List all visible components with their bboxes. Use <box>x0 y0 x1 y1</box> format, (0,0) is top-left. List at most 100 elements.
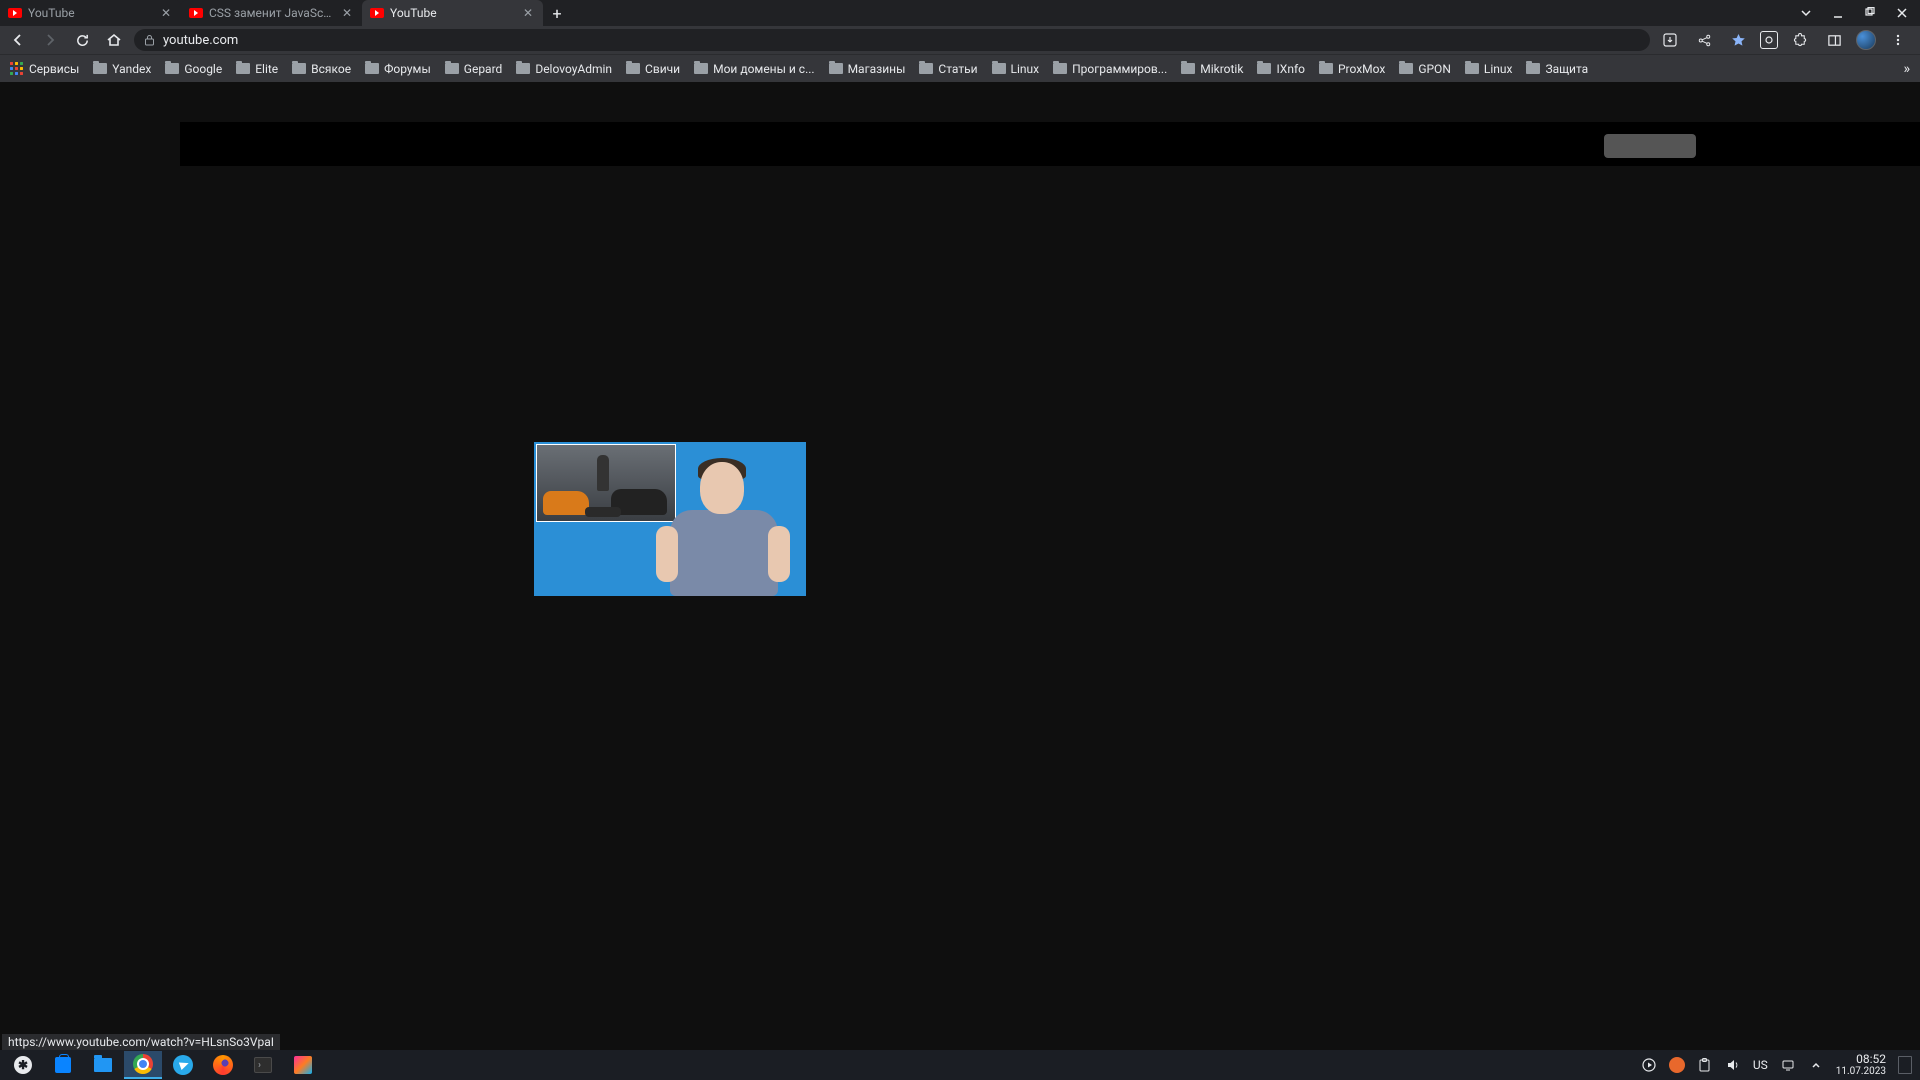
tab-close-icon[interactable]: ✕ <box>159 6 173 20</box>
bookmark-folder[interactable]: Linux <box>992 62 1040 76</box>
kebab-menu-icon[interactable] <box>1886 28 1910 52</box>
bookmark-folder[interactable]: Свичи <box>626 62 680 76</box>
taskbar-app-telegram[interactable] <box>164 1051 202 1079</box>
bookmarks-overflow-icon[interactable]: » <box>1903 61 1910 77</box>
minimize-icon[interactable] <box>1830 5 1846 21</box>
reload-icon[interactable] <box>70 28 94 52</box>
taskbar-apps: ✱ › <box>0 1051 322 1079</box>
bookmark-label: Форумы <box>384 62 431 76</box>
bookmarks-bar: Сервисы Yandex Google Elite Всякое Форум… <box>0 54 1920 82</box>
tab-close-icon[interactable]: ✕ <box>521 6 535 20</box>
apps-grid-icon <box>10 62 24 76</box>
side-panel-icon[interactable] <box>1822 28 1846 52</box>
close-icon[interactable] <box>1894 5 1910 21</box>
bookmark-folder[interactable]: Linux <box>1465 62 1513 76</box>
clipboard-icon[interactable] <box>1697 1057 1713 1073</box>
app-launcher-button[interactable]: ✱ <box>4 1051 42 1079</box>
keyboard-layout[interactable]: US <box>1753 1058 1768 1072</box>
volume-icon[interactable] <box>1725 1057 1741 1073</box>
window-controls <box>1798 5 1920 21</box>
youtube-favicon-icon <box>189 8 203 18</box>
tab-title: YouTube <box>390 6 515 20</box>
maximize-icon[interactable] <box>1862 5 1878 21</box>
bookmark-label: Gepard <box>464 62 503 76</box>
yt-loading-header <box>180 122 1920 166</box>
bookmark-label: Статьи <box>938 62 977 76</box>
tray-app-icon[interactable] <box>1669 1057 1685 1073</box>
folder-icon <box>94 1058 112 1072</box>
bookmark-label: Google <box>184 62 222 76</box>
bookmark-label: Мои домены и с... <box>713 62 814 76</box>
tab-title: YouTube <box>28 6 153 20</box>
folder-icon <box>1181 63 1195 74</box>
media-indicator-icon[interactable] <box>1641 1057 1657 1073</box>
folder-icon <box>1399 63 1413 74</box>
video-thumbnail[interactable] <box>534 442 806 596</box>
taskbar-app-firefox[interactable] <box>204 1051 242 1079</box>
toolbar-actions <box>1658 28 1914 52</box>
taskbar-app-terminal[interactable]: › <box>244 1051 282 1079</box>
browser-tab-active[interactable]: YouTube ✕ <box>362 0 543 26</box>
profile-avatar[interactable] <box>1856 30 1876 50</box>
person-icon <box>597 455 609 491</box>
new-tab-button[interactable]: + <box>543 0 571 26</box>
bookmark-label: Сервисы <box>29 62 79 76</box>
clock[interactable]: 08:52 11.07.2023 <box>1836 1053 1886 1077</box>
taskbar-app-files[interactable] <box>84 1051 122 1079</box>
person-icon <box>585 507 621 517</box>
bookmark-label: Mikrotik <box>1200 62 1243 76</box>
youtube-favicon-icon <box>370 8 384 18</box>
share-icon[interactable] <box>1692 28 1716 52</box>
show-desktop-button[interactable] <box>1898 1056 1912 1074</box>
address-bar[interactable]: youtube.com <box>134 29 1650 51</box>
taskbar-app-chrome[interactable] <box>124 1051 162 1079</box>
bookmark-folder[interactable]: GPON <box>1399 62 1451 76</box>
extension-icon[interactable] <box>1760 31 1778 49</box>
folder-icon <box>1526 63 1540 74</box>
browser-tab[interactable]: CSS заменит JavaScript? WTF ✕ <box>181 0 362 26</box>
bookmark-folder[interactable]: Elite <box>236 62 278 76</box>
url-text: youtube.com <box>163 33 238 48</box>
yt-skeleton-pill <box>1604 134 1696 158</box>
browser-toolbar: youtube.com <box>0 26 1920 54</box>
folder-icon <box>694 63 708 74</box>
bookmark-folder[interactable]: Gepard <box>445 62 503 76</box>
thumbnail-inset-image <box>536 444 676 522</box>
forward-icon[interactable] <box>38 28 62 52</box>
taskbar-app-store[interactable] <box>44 1051 82 1079</box>
taskbar-app-jetbrains[interactable] <box>284 1051 322 1079</box>
bookmark-folder[interactable]: Программиров... <box>1053 62 1167 76</box>
bookmark-folder[interactable]: Мои домены и с... <box>694 62 814 76</box>
extensions-puzzle-icon[interactable] <box>1788 28 1812 52</box>
tab-close-icon[interactable]: ✕ <box>340 6 354 20</box>
jetbrains-icon <box>294 1056 312 1074</box>
tab-title: CSS заменит JavaScript? WTF <box>209 6 334 20</box>
back-icon[interactable] <box>6 28 30 52</box>
tray-expand-icon[interactable] <box>1808 1057 1824 1073</box>
bookmark-folder[interactable]: Всякое <box>292 62 351 76</box>
bookmark-folder[interactable]: Google <box>165 62 222 76</box>
chevron-down-icon[interactable] <box>1798 5 1814 21</box>
firefox-icon <box>213 1055 233 1075</box>
bookmark-star-icon[interactable] <box>1726 28 1750 52</box>
bookmark-folder[interactable]: Mikrotik <box>1181 62 1243 76</box>
bookmark-folder[interactable]: DelovoyAdmin <box>516 62 612 76</box>
folder-icon <box>1319 63 1333 74</box>
bookmark-folder[interactable]: Yandex <box>93 62 151 76</box>
page-content <box>0 82 1920 1050</box>
browser-tab[interactable]: YouTube ✕ <box>0 0 181 26</box>
bookmark-folder[interactable]: Форумы <box>365 62 431 76</box>
bookmark-folder[interactable]: IXnfo <box>1257 62 1305 76</box>
youtube-favicon-icon <box>8 8 22 18</box>
bookmark-folder[interactable]: Защита <box>1526 62 1588 76</box>
apps-shortcut[interactable]: Сервисы <box>10 62 79 76</box>
bookmark-folder[interactable]: Магазины <box>829 62 906 76</box>
bookmark-folder[interactable]: Статьи <box>919 62 977 76</box>
bookmark-label: Yandex <box>112 62 151 76</box>
install-app-icon[interactable] <box>1658 28 1682 52</box>
network-icon[interactable] <box>1780 1057 1796 1073</box>
bookmark-label: Linux <box>1484 62 1513 76</box>
home-icon[interactable] <box>102 28 126 52</box>
bookmark-label: Linux <box>1011 62 1040 76</box>
bookmark-folder[interactable]: ProxMox <box>1319 62 1385 76</box>
